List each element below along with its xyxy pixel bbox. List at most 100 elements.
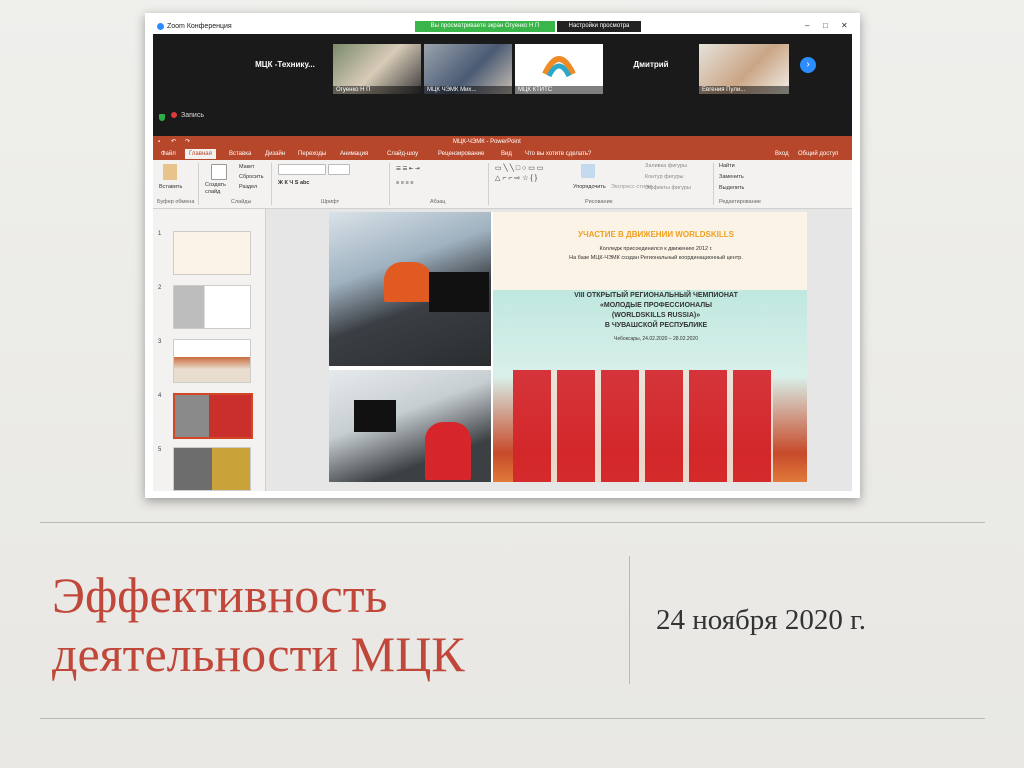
participant-tile[interactable]: Евгения Пули... bbox=[699, 44, 789, 94]
record-icon bbox=[171, 112, 177, 119]
recording-label: Запись bbox=[181, 112, 204, 119]
participant-name: МЦК ЧЭМК Мих... bbox=[424, 86, 512, 94]
group-label: Слайды bbox=[231, 199, 252, 205]
tab-insert[interactable]: Вставка bbox=[229, 151, 251, 157]
embedded-screenshot: Zoom Конференция Вы просматриваете экран… bbox=[153, 20, 852, 491]
ppt-document-title: МЦК-ЧЭМК - PowerPoint bbox=[453, 139, 521, 145]
find-button[interactable]: Найти bbox=[719, 163, 735, 169]
arrange-icon bbox=[581, 164, 595, 178]
shape-outline-button[interactable]: Контур фигуры bbox=[645, 174, 683, 180]
recording-indicator[interactable]: Запись bbox=[171, 112, 204, 119]
participant-tile[interactable]: МЦК КТИТС bbox=[515, 44, 603, 94]
participant-name: МЦК -Технику... bbox=[255, 60, 315, 69]
ppt-work-area: 1 2 3 4 5 6 bbox=[153, 209, 852, 491]
tab-animations[interactable]: Анимация bbox=[340, 151, 368, 157]
participant-name: Дмитрий bbox=[633, 60, 669, 69]
vertical-divider bbox=[629, 556, 630, 684]
tab-home[interactable]: Главная bbox=[185, 149, 216, 159]
zoom-logo-icon bbox=[157, 23, 164, 30]
group-label: Абзац bbox=[430, 199, 446, 205]
replace-button[interactable]: Заменить bbox=[719, 174, 744, 180]
reset-button[interactable]: Сбросить bbox=[239, 174, 263, 180]
slide-thumbnail[interactable] bbox=[173, 231, 251, 275]
slide-number: 4 bbox=[158, 393, 162, 399]
ppt-ribbon-tabs: Файл Главная Вставка Дизайн Переходы Ани… bbox=[153, 148, 852, 160]
participant-tile[interactable]: Дмитрий bbox=[606, 44, 696, 94]
slide-number: 1 bbox=[158, 231, 162, 237]
next-page-icon[interactable]: › bbox=[800, 57, 816, 73]
shape-effects-button[interactable]: Эффекты фигуры bbox=[645, 185, 691, 191]
date-label: 24 ноября 2020 г. bbox=[656, 604, 867, 636]
minimize-icon[interactable]: – bbox=[805, 21, 809, 30]
save-icon[interactable]: ▪ bbox=[158, 136, 160, 148]
slide-text-line: На базе МЦК-ЧЭМК создан Региональный коо… bbox=[569, 255, 743, 261]
arrange-button[interactable]: Упорядочить bbox=[573, 184, 606, 190]
top-divider bbox=[40, 522, 985, 523]
shapes-gallery-row2[interactable]: △ ⌐ ⌐ ⇨ ☆ { } bbox=[495, 174, 537, 182]
slide-number: 3 bbox=[158, 339, 162, 345]
share-button[interactable]: Общий доступ bbox=[798, 151, 838, 157]
zoom-participant-strip: МЦК -Технику... Огуенко Н П МЦК ЧЭМК Мих… bbox=[153, 34, 852, 136]
slide-banner-line: «МОЛОДЫЕ ПРОФЕССИОНАЛЫ bbox=[600, 302, 712, 309]
close-icon[interactable]: ✕ bbox=[841, 21, 848, 30]
tab-review[interactable]: Рецензирование bbox=[438, 151, 484, 157]
screenshot-frame: Zoom Конференция Вы просматриваете экран… bbox=[145, 13, 860, 498]
new-slide-icon bbox=[211, 164, 227, 180]
ppt-titlebar: ▪ ↶ ↷ МЦК-ЧЭМК - PowerPoint bbox=[153, 136, 852, 148]
font-name-select[interactable] bbox=[278, 164, 326, 175]
select-button[interactable]: Выделить bbox=[719, 185, 744, 191]
group-label: Шрифт bbox=[321, 199, 340, 205]
undo-icon[interactable]: ↶ bbox=[171, 136, 176, 148]
bottom-divider bbox=[40, 718, 985, 719]
page-title: Эффективность деятельности МЦК bbox=[52, 566, 465, 684]
participant-tile[interactable]: Огуенко Н П bbox=[333, 44, 421, 94]
slide-banner-line: VIII ОТКРЫТЫЙ РЕГИОНАЛЬНЫЙ ЧЕМПИОНАТ bbox=[574, 292, 738, 299]
layout-button[interactable]: Макет bbox=[239, 164, 255, 170]
slide-thumbnail[interactable] bbox=[173, 339, 251, 383]
group-label: Редактирование bbox=[719, 199, 761, 205]
signin-link[interactable]: Вход bbox=[775, 151, 789, 157]
redo-icon[interactable]: ↷ bbox=[185, 136, 190, 148]
tab-transitions[interactable]: Переходы bbox=[298, 151, 326, 157]
participant-name: Огуенко Н П bbox=[333, 86, 421, 94]
group-label: Буфер обмена bbox=[157, 199, 195, 205]
ppt-ribbon: Вставить Создать слайд Макет Сбросить Ра… bbox=[153, 160, 852, 209]
align-buttons[interactable]: ≡ ≡ ≡ ≡ bbox=[396, 180, 413, 186]
photo-student-computer bbox=[329, 370, 491, 482]
shape-fill-button[interactable]: Заливка фигуры bbox=[645, 163, 687, 169]
slide-banner-line: В ЧУВАШСКОЙ РЕСПУБЛИКЕ bbox=[604, 322, 708, 329]
slide-banner-line: (WORLDSKILLS RUSSIA)» bbox=[611, 312, 701, 319]
current-slide[interactable]: УЧАСТИЕ В ДВИЖЕНИИ WORLDSKILLS Колледж п… bbox=[329, 212, 807, 482]
ktits-logo-icon bbox=[542, 56, 576, 78]
slide-title: УЧАСТИЕ В ДВИЖЕНИИ WORLDSKILLS bbox=[578, 230, 734, 239]
screen-share-banner: Вы просматриваете экран Огуенко Н П bbox=[415, 21, 555, 32]
slide-thumbnail[interactable] bbox=[173, 447, 251, 491]
slide-thumbnail-selected[interactable] bbox=[173, 393, 253, 439]
maximize-icon[interactable]: □ bbox=[823, 21, 828, 30]
tab-slideshow[interactable]: Слайд-шоу bbox=[387, 151, 418, 157]
participant-tile[interactable]: МЦК -Технику... bbox=[240, 44, 330, 94]
font-format-buttons[interactable]: Ж К Ч S abc bbox=[278, 180, 309, 186]
tab-design[interactable]: Дизайн bbox=[265, 151, 285, 157]
tell-me-search[interactable]: Что вы хотите сделать? bbox=[525, 151, 591, 157]
tab-file[interactable]: Файл bbox=[161, 151, 176, 157]
slide-banner-line: Чебоксары, 24.02.2020 – 28.02.2020 bbox=[614, 336, 698, 342]
photo-students-workstation bbox=[329, 212, 491, 366]
paste-button[interactable]: Вставить bbox=[159, 184, 182, 190]
font-size-select[interactable] bbox=[328, 164, 350, 175]
paste-icon bbox=[163, 164, 177, 180]
new-slide-button[interactable]: Создать слайд bbox=[205, 182, 231, 196]
participant-name: Евгения Пули... bbox=[699, 86, 789, 94]
view-options-button[interactable]: Настройки просмотра bbox=[557, 21, 641, 32]
group-label: Рисование bbox=[585, 199, 613, 205]
slide-thumbnail[interactable] bbox=[173, 285, 251, 329]
shapes-gallery[interactable]: ▭ ╲ ╲ □ ○ ▭ ▭ bbox=[495, 164, 543, 172]
participant-tile[interactable]: МЦК ЧЭМК Мих... bbox=[424, 44, 512, 94]
slide-number: 2 bbox=[158, 285, 162, 291]
list-buttons[interactable]: ☰ ☰ ⇤ ⇥ bbox=[396, 166, 420, 172]
participant-name: МЦК КТИТС bbox=[515, 86, 603, 94]
section-button[interactable]: Раздел bbox=[239, 184, 257, 190]
tab-view[interactable]: Вид bbox=[501, 151, 512, 157]
zoom-window-title: Zoom Конференция bbox=[167, 23, 232, 30]
slide-thumbnail-panel: 1 2 3 4 5 6 bbox=[153, 209, 266, 491]
